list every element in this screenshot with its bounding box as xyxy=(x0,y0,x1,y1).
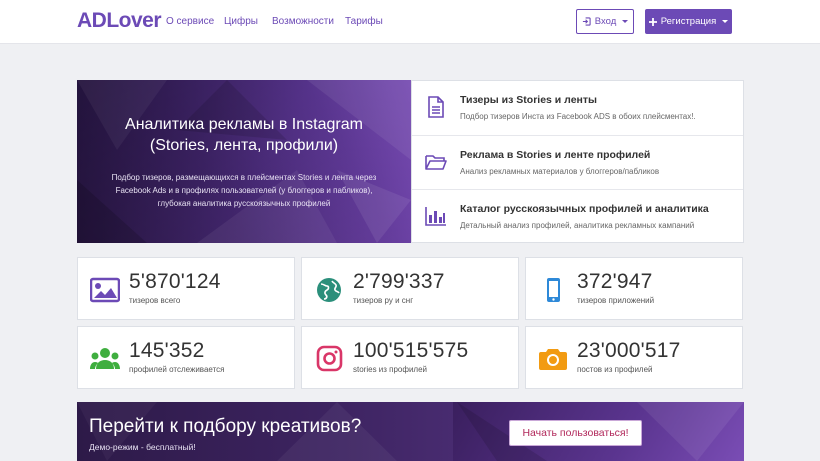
users-icon xyxy=(90,348,120,369)
cta-subtitle: Демо-режим - бесплатный! xyxy=(89,442,196,452)
sign-in-icon xyxy=(582,17,591,26)
hero-banner: Аналитика рекламы в Instagram (Stories, … xyxy=(77,80,411,243)
feature-item-stories-teasers[interactable]: Тизеры из Stories и ленты Подбор тизеров… xyxy=(412,81,743,135)
stat-card-tracked-profiles: 145'352 профилей отслеживается xyxy=(77,326,295,389)
stat-value: 145'352 xyxy=(129,339,205,362)
feature-item-profile-catalog[interactable]: Каталог русскоязычных профилей и аналити… xyxy=(412,189,743,243)
folder-open-icon xyxy=(425,155,447,170)
login-button[interactable]: Вход xyxy=(576,9,634,34)
feature-description: Детальный анализ профилей, аналитика рек… xyxy=(460,221,695,230)
image-icon xyxy=(90,277,120,303)
features-list: Тизеры из Stories и ленты Подбор тизеров… xyxy=(411,80,744,243)
start-button[interactable]: Начать пользоваться! xyxy=(509,420,642,446)
nav-link-features[interactable]: Возможности xyxy=(272,16,334,27)
stat-value: 100'515'575 xyxy=(353,339,469,362)
feature-item-profile-ads[interactable]: Реклама в Stories и ленте профилей Анали… xyxy=(412,135,743,189)
camera-icon xyxy=(539,349,567,370)
globe-icon xyxy=(317,278,341,302)
stat-card-profile-posts: 23'000'517 постов из профилей xyxy=(525,326,743,389)
chevron-down-icon xyxy=(722,20,729,23)
stat-value: 372'947 xyxy=(577,270,653,293)
register-label: Регистрация xyxy=(660,16,717,27)
hero-description: Подбор тизеров, размещающихся в плейсмен… xyxy=(111,173,377,208)
stat-label: тизеров ру и снг xyxy=(353,296,414,305)
feature-description: Анализ рекламных материалов у блоггеров/… xyxy=(460,167,660,176)
bar-chart-icon xyxy=(425,207,446,226)
feature-title: Тизеры из Stories и ленты xyxy=(460,94,597,106)
nav-link-about[interactable]: О сервисе xyxy=(166,16,214,27)
stat-card-ru-teasers: 2'799'337 тизеров ру и снг xyxy=(301,257,519,320)
stat-label: постов из профилей xyxy=(577,365,653,374)
cta-banner: Перейти к подбору креативов? Демо-режим … xyxy=(77,402,744,461)
top-navbar: ADLover О сервисе Цифры Возможности Тари… xyxy=(0,0,820,44)
stat-value: 2'799'337 xyxy=(353,270,445,293)
stat-card-app-teasers: 372'947 тизеров приложений xyxy=(525,257,743,320)
hero-title: Аналитика рекламы в Instagram (Stories, … xyxy=(125,116,363,154)
chevron-down-icon xyxy=(622,20,629,23)
stat-value: 23'000'517 xyxy=(577,339,681,362)
logo[interactable]: ADLover xyxy=(77,9,162,33)
instagram-icon xyxy=(316,345,343,372)
cta-title: Перейти к подбору креативов? xyxy=(89,416,362,437)
stat-label: тизеров приложений xyxy=(577,296,655,305)
plus-icon xyxy=(648,17,657,26)
document-icon xyxy=(428,96,444,118)
stat-value: 5'870'124 xyxy=(129,270,221,293)
stat-card-total-teasers: 5'870'124 тизеров всего xyxy=(77,257,295,320)
feature-title: Реклама в Stories и ленте профилей xyxy=(460,149,651,161)
stat-label: профилей отслеживается xyxy=(129,365,225,374)
hero-background-pattern xyxy=(77,80,411,243)
feature-title: Каталог русскоязычных профилей и аналити… xyxy=(460,203,709,215)
feature-description: Подбор тизеров Инста из Facebook ADS в о… xyxy=(460,112,696,121)
mobile-icon xyxy=(547,278,560,302)
nav-link-numbers[interactable]: Цифры xyxy=(224,16,258,27)
register-button[interactable]: Регистрация xyxy=(645,9,732,34)
nav-link-pricing[interactable]: Тарифы xyxy=(345,16,383,27)
stat-label: stories из профилей xyxy=(353,365,428,374)
stat-label: тизеров всего xyxy=(129,296,181,305)
stat-card-profile-stories: 100'515'575 stories из профилей xyxy=(301,326,519,389)
login-label: Вход xyxy=(594,16,617,27)
